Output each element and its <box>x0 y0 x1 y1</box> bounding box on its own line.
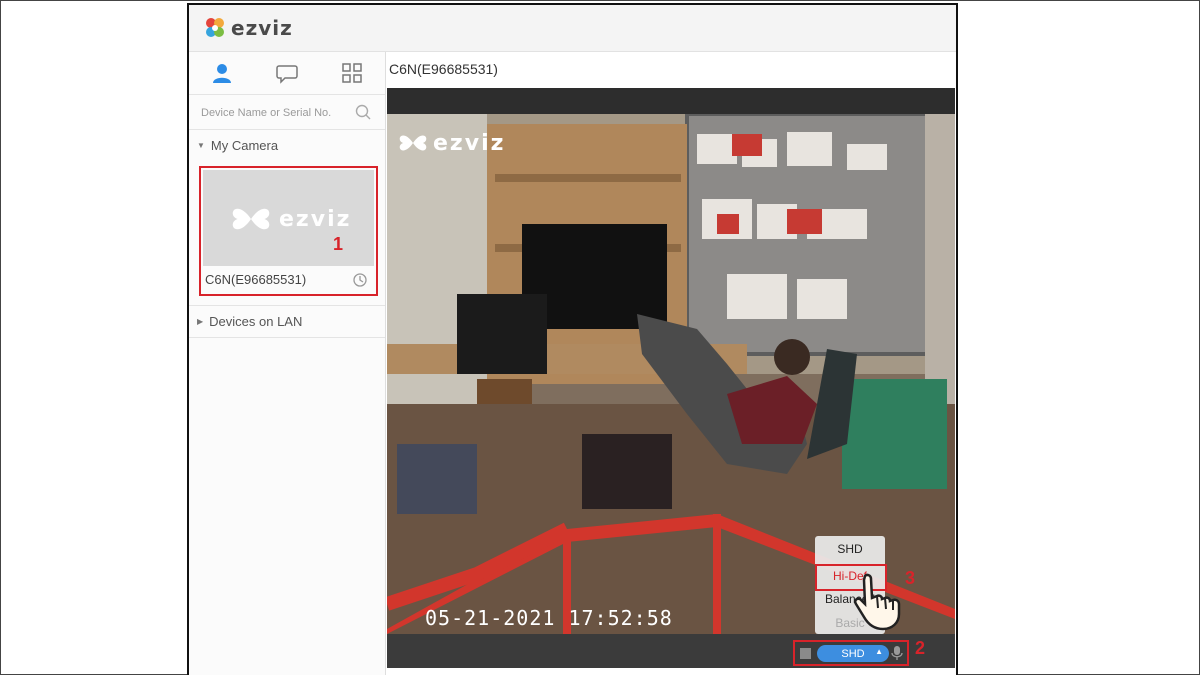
sidebar: ▼ My Camera ezviz 1 C6N(E96685531) <box>189 52 386 675</box>
quality-option-shd[interactable]: SHD <box>815 542 885 556</box>
ezviz-fan-icon <box>399 135 427 151</box>
quality-control-highlight: SHD ▲ <box>793 640 909 666</box>
sidebar-tabs <box>189 52 385 95</box>
thumbnail-logo: ezviz <box>229 202 351 236</box>
ezviz-app-window: ezviz Device Name or Serial No. ▼ My Cam… <box>187 3 958 675</box>
search-icon[interactable] <box>355 104 371 120</box>
message-icon <box>276 65 298 84</box>
history-icon[interactable] <box>352 272 368 288</box>
caret-up-icon: ▲ <box>875 647 883 656</box>
camera-thumbnail: ezviz 1 <box>203 170 374 266</box>
ezviz-logo-icon <box>206 18 224 37</box>
camera-title: C6N(E96685531) <box>389 61 498 77</box>
person-icon <box>212 64 231 83</box>
tab-messages[interactable] <box>254 52 319 94</box>
divider <box>189 337 385 338</box>
caret-right-icon: ▶ <box>197 316 204 326</box>
main-panel: C6N(E96685531) ezviz 05-21-2021 17:52:58… <box>386 52 956 675</box>
quality-button[interactable]: SHD ▲ <box>817 645 889 662</box>
thumbnail-brand: ezviz <box>279 206 352 232</box>
ezviz-logo: ezviz <box>203 16 293 40</box>
group-label-my-camera: My Camera <box>210 137 279 153</box>
camera-card[interactable]: ezviz 1 C6N(E96685531) <box>199 166 378 296</box>
tab-more[interactable] <box>320 52 385 94</box>
video-timestamp: 05-21-2021 17:52:58 <box>425 606 673 630</box>
group-devices-on-lan[interactable]: ▶ Devices on LAN <box>189 306 385 336</box>
top-bar: ezviz <box>189 5 956 52</box>
search-bar <box>189 95 385 130</box>
grid-icon <box>342 63 363 83</box>
pointing-hand-icon <box>853 573 901 631</box>
step-number-1: 1 <box>333 234 344 254</box>
stop-button[interactable] <box>800 648 811 659</box>
step-number-2: 2 <box>915 638 926 658</box>
video-control-bar: SHD ▲ 2 <box>387 634 955 668</box>
video-watermark-brand: ezviz <box>433 130 506 156</box>
video-player[interactable]: ezviz 05-21-2021 17:52:58 SHD Hi-Def Bal… <box>387 88 955 668</box>
brand-name: ezviz <box>231 16 293 40</box>
quality-button-label: SHD <box>841 647 865 660</box>
group-my-camera[interactable]: ▼ My Camera <box>189 130 385 160</box>
caret-down-icon: ▼ <box>197 140 205 150</box>
camera-name: C6N(E96685531) <box>205 272 307 287</box>
video-watermark-logo: ezviz <box>397 129 505 157</box>
ezviz-fan-icon <box>232 208 270 230</box>
tab-my-devices[interactable] <box>189 52 254 94</box>
search-input[interactable] <box>199 102 353 124</box>
microphone-icon[interactable] <box>891 645 903 661</box>
group-label-devices-on-lan: Devices on LAN <box>209 313 303 329</box>
